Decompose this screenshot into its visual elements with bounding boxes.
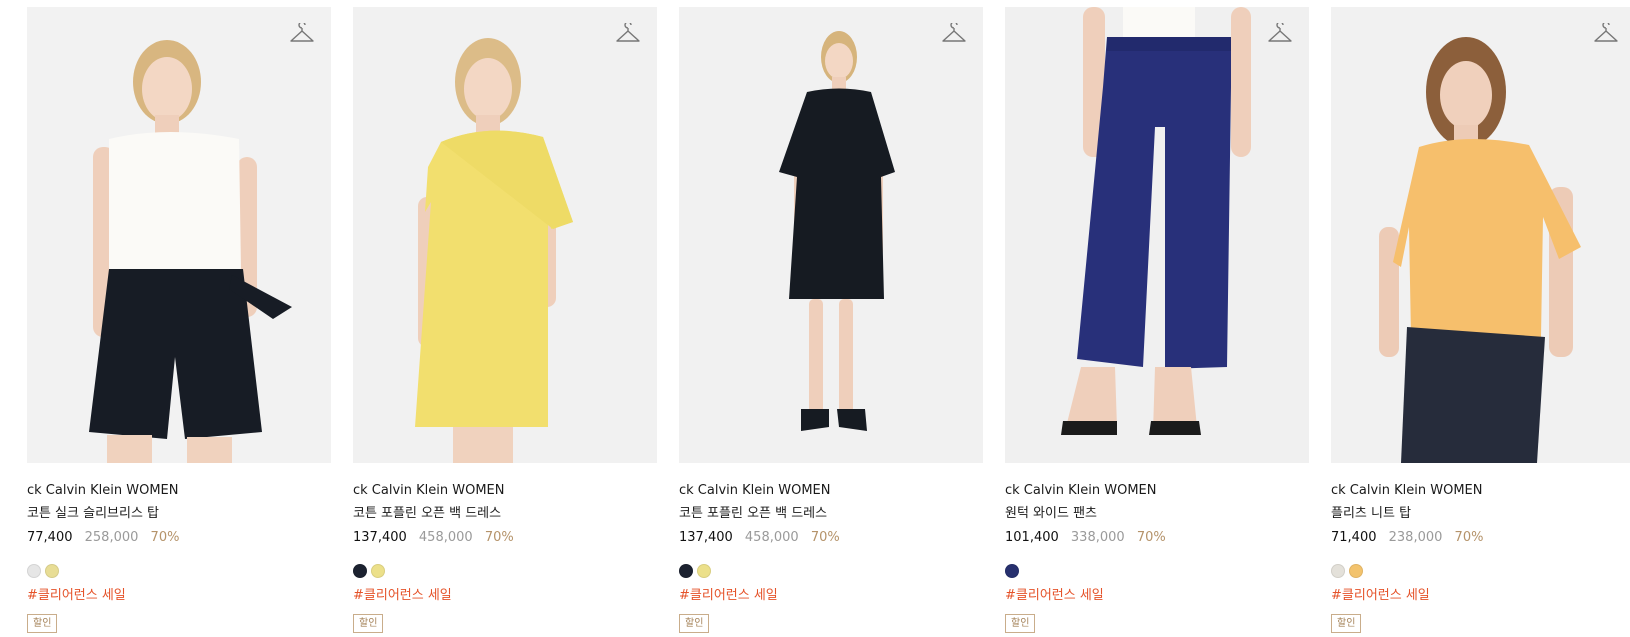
color-swatch[interactable] [1331,564,1345,578]
original-price: 338,000 [1070,530,1125,545]
product-card[interactable]: ck Calvin Klein WOMEN 코튼 포플린 오픈 백 드레스 13… [679,7,983,637]
product-name[interactable]: 코튼 포플린 오픈 백 드레스 [679,505,983,523]
product-photo [1005,7,1309,463]
product-name[interactable]: 코튼 포플린 오픈 백 드레스 [353,505,657,523]
product-name[interactable]: 플리츠 니트 탑 [1331,505,1630,523]
sale-price: 137,400 [679,530,733,545]
original-price: 458,000 [418,530,473,545]
product-photo [679,7,983,463]
hanger-icon[interactable] [941,23,967,45]
product-image[interactable] [1005,7,1309,463]
original-price: 258,000 [84,530,139,545]
product-image[interactable] [679,7,983,463]
discount-badge: 할인 [679,614,710,633]
product-name[interactable]: 코튼 실크 슬리브리스 탑 [27,505,331,523]
discount-rate: 70% [1136,530,1166,545]
product-brand[interactable]: ck Calvin Klein WOMEN [1331,482,1630,500]
product-brand[interactable]: ck Calvin Klein WOMEN [1005,482,1309,500]
product-prices: 77,400 258,000 70% [27,529,331,547]
sale-hashtag[interactable]: #클리어런스 세일 [679,587,983,605]
color-swatch[interactable] [697,564,711,578]
product-brand[interactable]: ck Calvin Klein WOMEN [679,482,983,500]
product-prices: 137,400 458,000 70% [679,529,983,547]
sale-price: 71,400 [1331,530,1377,545]
color-swatch[interactable] [1005,564,1019,578]
hanger-icon[interactable] [1267,23,1293,45]
sale-price: 77,400 [27,530,73,545]
discount-rate: 70% [1454,530,1484,545]
original-price: 458,000 [744,530,799,545]
hanger-icon[interactable] [1593,23,1619,45]
product-grid: ck Calvin Klein WOMEN 코튼 실크 슬리브리스 탑 77,4… [0,0,1630,637]
product-prices: 101,400 338,000 70% [1005,529,1309,547]
product-brand[interactable]: ck Calvin Klein WOMEN [353,482,657,500]
color-swatch[interactable] [371,564,385,578]
discount-badge: 할인 [1331,614,1362,633]
sale-price: 101,400 [1005,530,1059,545]
sale-price: 137,400 [353,530,407,545]
discount-rate: 70% [150,530,180,545]
sale-hashtag[interactable]: #클리어런스 세일 [1005,587,1309,605]
discount-rate: 70% [484,530,514,545]
product-image[interactable] [1331,7,1630,463]
sale-hashtag[interactable]: #클리어런스 세일 [1331,587,1630,605]
product-photo [1331,7,1630,463]
color-swatches [1331,564,1630,579]
hanger-icon[interactable] [289,23,315,45]
color-swatch[interactable] [353,564,367,578]
color-swatch[interactable] [679,564,693,578]
product-photo [27,7,331,463]
product-brand[interactable]: ck Calvin Klein WOMEN [27,482,331,500]
discount-badge: 할인 [27,614,58,633]
color-swatches [353,564,657,579]
color-swatch[interactable] [1349,564,1363,578]
product-image[interactable] [27,7,331,463]
color-swatch[interactable] [45,564,59,578]
hanger-icon[interactable] [615,23,641,45]
product-prices: 71,400 238,000 70% [1331,529,1630,547]
discount-badge: 할인 [353,614,384,633]
color-swatches [1005,564,1309,579]
sale-hashtag[interactable]: #클리어런스 세일 [27,587,331,605]
product-card[interactable]: ck Calvin Klein WOMEN 코튼 포플린 오픈 백 드레스 13… [353,7,657,637]
color-swatches [679,564,983,579]
discount-badge: 할인 [1005,614,1036,633]
product-prices: 137,400 458,000 70% [353,529,657,547]
product-image[interactable] [353,7,657,463]
product-card[interactable]: ck Calvin Klein WOMEN 플리츠 니트 탑 71,400 23… [1331,7,1630,637]
sale-hashtag[interactable]: #클리어런스 세일 [353,587,657,605]
product-name[interactable]: 원턱 와이드 팬츠 [1005,505,1309,523]
product-card[interactable]: ck Calvin Klein WOMEN 코튼 실크 슬리브리스 탑 77,4… [27,7,331,637]
product-card[interactable]: ck Calvin Klein WOMEN 원턱 와이드 팬츠 101,400 … [1005,7,1309,637]
original-price: 238,000 [1388,530,1443,545]
color-swatches [27,564,331,579]
color-swatch[interactable] [27,564,41,578]
discount-rate: 70% [810,530,840,545]
product-photo [353,7,657,463]
